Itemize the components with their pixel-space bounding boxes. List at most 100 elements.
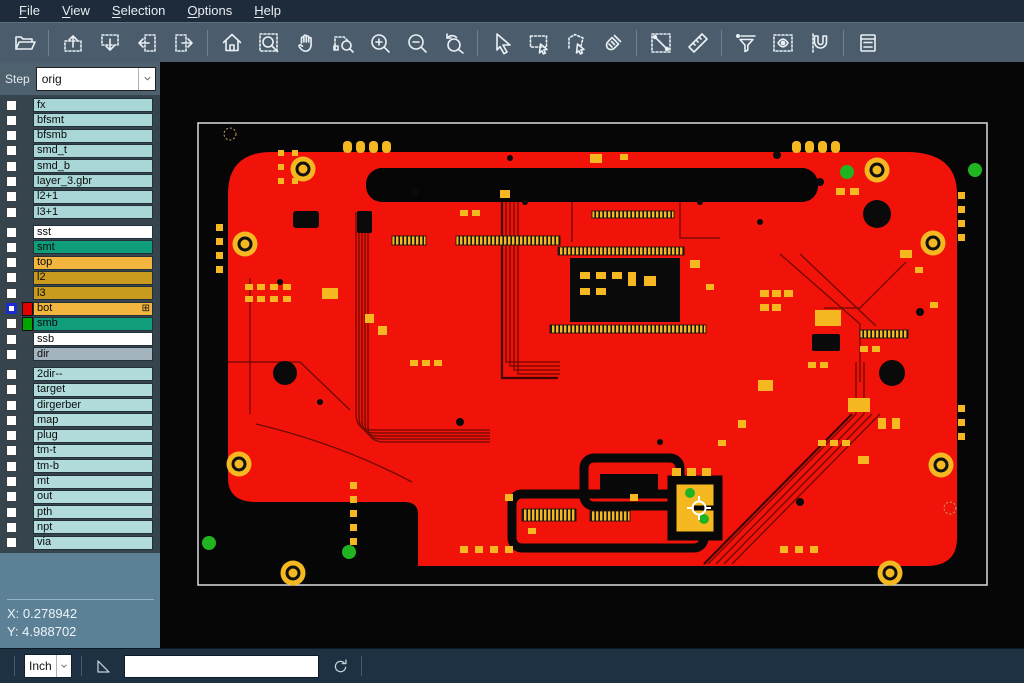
layer-color-swatch[interactable] bbox=[22, 271, 33, 285]
layer-color-swatch[interactable] bbox=[22, 475, 33, 489]
layer-color-swatch[interactable] bbox=[22, 536, 33, 550]
layer-name-bfsmb[interactable]: bfsmb bbox=[33, 129, 153, 143]
menu-options[interactable]: Options bbox=[176, 0, 243, 22]
zoom-previous-icon[interactable] bbox=[435, 27, 472, 59]
layer-color-swatch[interactable] bbox=[22, 398, 33, 412]
menu-view[interactable]: View bbox=[51, 0, 101, 22]
layer-name-bot[interactable]: bot⊞ bbox=[33, 302, 153, 316]
layer-name-mt[interactable]: mt bbox=[33, 475, 153, 489]
layer-color-swatch[interactable] bbox=[22, 159, 33, 173]
layer-checkbox[interactable] bbox=[0, 144, 22, 158]
corner-measure-icon[interactable] bbox=[91, 654, 115, 678]
home-view-icon[interactable] bbox=[213, 27, 250, 59]
send-up-icon[interactable] bbox=[54, 27, 91, 59]
zoom-object-icon[interactable] bbox=[324, 27, 361, 59]
layer-checkbox[interactable] bbox=[0, 205, 22, 219]
layer-checkbox[interactable] bbox=[0, 271, 22, 285]
refresh-icon[interactable] bbox=[328, 654, 352, 678]
menu-selection[interactable]: Selection bbox=[101, 0, 176, 22]
layer-checkbox[interactable] bbox=[0, 286, 22, 300]
layer-color-swatch[interactable] bbox=[22, 317, 33, 331]
send-down-icon[interactable] bbox=[91, 27, 128, 59]
step-select[interactable]: orig bbox=[36, 67, 156, 91]
layer-name-smb[interactable]: smb bbox=[33, 317, 153, 331]
layer-checkbox[interactable] bbox=[0, 302, 22, 316]
layer-checkbox[interactable] bbox=[0, 459, 22, 473]
layer-color-swatch[interactable] bbox=[22, 367, 33, 381]
layer-name-target[interactable]: target bbox=[33, 383, 153, 397]
layer-checkbox[interactable] bbox=[0, 317, 22, 331]
layer-color-swatch[interactable] bbox=[22, 174, 33, 188]
paint-brush-icon[interactable] bbox=[594, 27, 631, 59]
layer-color-swatch[interactable] bbox=[22, 190, 33, 204]
layer-color-swatch[interactable] bbox=[22, 505, 33, 519]
layer-checkbox[interactable] bbox=[0, 225, 22, 239]
snap-magnet-icon[interactable] bbox=[801, 27, 838, 59]
select-pointer-icon[interactable] bbox=[483, 27, 520, 59]
layer-name-npt[interactable]: npt bbox=[33, 520, 153, 534]
zoom-out-icon[interactable] bbox=[398, 27, 435, 59]
layer-name-l2-1[interactable]: l2+1 bbox=[33, 190, 153, 204]
layer-name-tm-t[interactable]: tm-t bbox=[33, 444, 153, 458]
layer-name-pth[interactable]: pth bbox=[33, 505, 153, 519]
filter-funnel-icon[interactable] bbox=[727, 27, 764, 59]
unit-select[interactable]: Inch bbox=[24, 654, 72, 678]
layer-color-swatch[interactable] bbox=[22, 383, 33, 397]
layer-color-swatch[interactable] bbox=[22, 347, 33, 361]
layer-color-swatch[interactable] bbox=[22, 459, 33, 473]
layer-name-top[interactable]: top bbox=[33, 256, 153, 270]
layer-color-swatch[interactable] bbox=[22, 144, 33, 158]
layer-name-plug[interactable]: plug bbox=[33, 429, 153, 443]
layer-name-tm-b[interactable]: tm-b bbox=[33, 459, 153, 473]
send-left-icon[interactable] bbox=[128, 27, 165, 59]
open-folder-icon[interactable] bbox=[6, 27, 43, 59]
layer-name-l3-1[interactable]: l3+1 bbox=[33, 205, 153, 219]
zoom-in-icon[interactable] bbox=[361, 27, 398, 59]
pcb-render[interactable] bbox=[160, 62, 1024, 648]
layer-color-swatch[interactable] bbox=[22, 332, 33, 346]
layer-checkbox[interactable] bbox=[0, 113, 22, 127]
layer-name-fx[interactable]: fx bbox=[33, 98, 153, 112]
layer-name-bfsmt[interactable]: bfsmt bbox=[33, 113, 153, 127]
pcb-canvas[interactable] bbox=[160, 62, 1024, 648]
send-right-icon[interactable] bbox=[165, 27, 202, 59]
layer-color-swatch[interactable] bbox=[22, 413, 33, 427]
layer-color-swatch[interactable] bbox=[22, 490, 33, 504]
command-input[interactable] bbox=[124, 655, 319, 678]
layer-name-map[interactable]: map bbox=[33, 413, 153, 427]
layer-checkbox[interactable] bbox=[0, 475, 22, 489]
layer-checkbox[interactable] bbox=[0, 505, 22, 519]
layer-checkbox[interactable] bbox=[0, 190, 22, 204]
layer-table-icon[interactable] bbox=[849, 27, 886, 59]
layer-checkbox[interactable] bbox=[0, 367, 22, 381]
layer-name-layer-3-gbr[interactable]: layer_3.gbr bbox=[33, 174, 153, 188]
layer-checkbox[interactable] bbox=[0, 256, 22, 270]
layer-checkbox[interactable] bbox=[0, 520, 22, 534]
layer-name-smd-b[interactable]: smd_b bbox=[33, 159, 153, 173]
select-rectangle-icon[interactable] bbox=[520, 27, 557, 59]
layer-color-swatch[interactable] bbox=[22, 205, 33, 219]
layer-checkbox[interactable] bbox=[0, 536, 22, 550]
measure-distance-icon[interactable] bbox=[642, 27, 679, 59]
layer-color-swatch[interactable] bbox=[22, 520, 33, 534]
layer-color-swatch[interactable] bbox=[22, 240, 33, 254]
layer-color-swatch[interactable] bbox=[22, 129, 33, 143]
view-visibility-icon[interactable] bbox=[764, 27, 801, 59]
menu-file[interactable]: File bbox=[8, 0, 51, 22]
layer-name-sst[interactable]: sst bbox=[33, 225, 153, 239]
pan-hand-icon[interactable] bbox=[287, 27, 324, 59]
layer-color-swatch[interactable] bbox=[22, 444, 33, 458]
layer-checkbox[interactable] bbox=[0, 159, 22, 173]
layer-color-swatch[interactable] bbox=[22, 302, 33, 316]
layer-name-via[interactable]: via bbox=[33, 536, 153, 550]
layer-name-ssb[interactable]: ssb bbox=[33, 332, 153, 346]
layer-checkbox[interactable] bbox=[0, 347, 22, 361]
layer-color-swatch[interactable] bbox=[22, 225, 33, 239]
layer-checkbox[interactable] bbox=[0, 429, 22, 443]
layer-name-dirgerber[interactable]: dirgerber bbox=[33, 398, 153, 412]
layer-name-out[interactable]: out bbox=[33, 490, 153, 504]
select-polygon-icon[interactable] bbox=[557, 27, 594, 59]
layer-color-swatch[interactable] bbox=[22, 113, 33, 127]
layer-checkbox[interactable] bbox=[0, 174, 22, 188]
layer-color-swatch[interactable] bbox=[22, 98, 33, 112]
